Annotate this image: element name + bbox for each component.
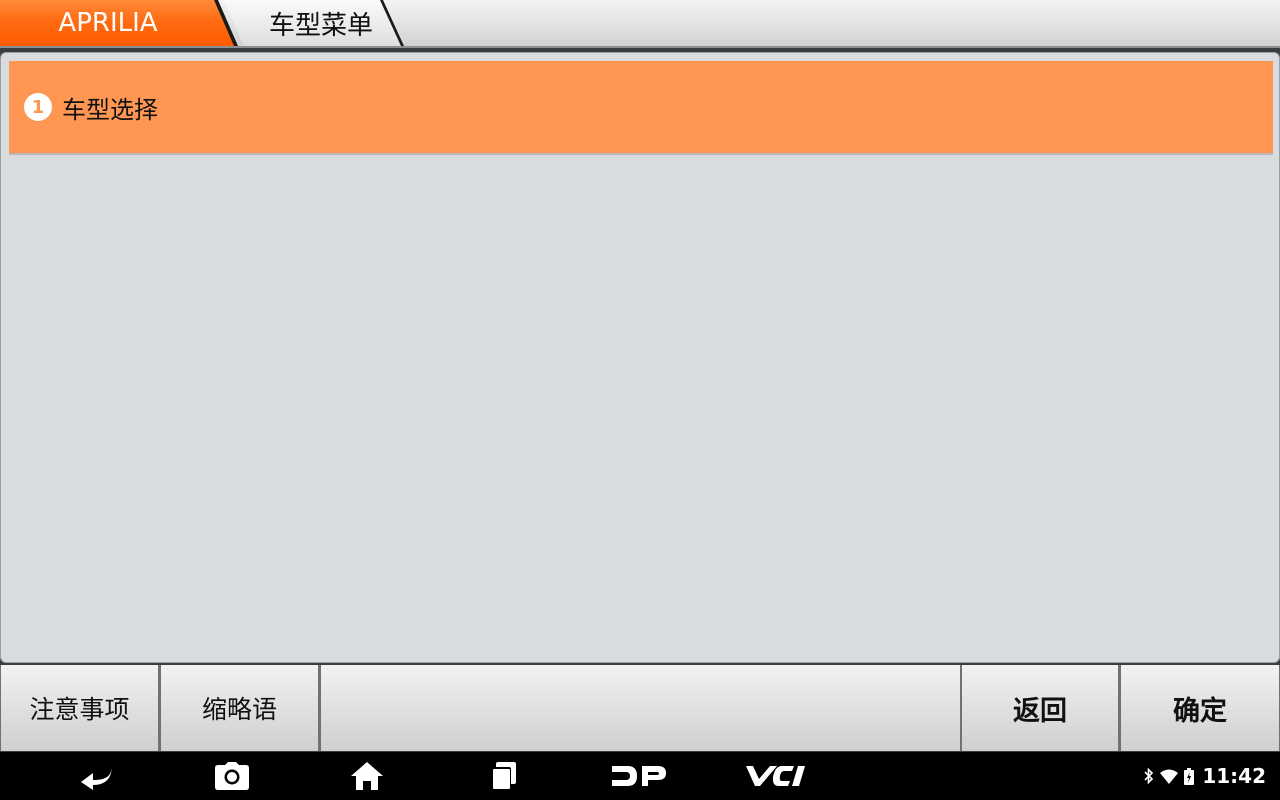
clock: 11:42 xyxy=(1202,764,1266,788)
item-number-badge: 1 xyxy=(24,93,52,121)
notes-button[interactable]: 注意事项 xyxy=(1,665,158,751)
back-icon[interactable] xyxy=(67,752,127,800)
system-nav-bar: 11:42 xyxy=(0,752,1280,800)
breadcrumb-label: 车型菜单 xyxy=(268,10,373,41)
abbreviations-button[interactable]: 缩略语 xyxy=(161,665,318,751)
menu-list: 1 车型选择 xyxy=(0,52,1280,663)
confirm-button[interactable]: 确定 xyxy=(1121,665,1279,751)
vci-icon[interactable] xyxy=(736,752,816,800)
function-bar: 注意事项 缩略语 返回 确定 xyxy=(0,665,1280,751)
wifi-icon xyxy=(1160,769,1179,784)
bluetooth-icon xyxy=(1144,768,1154,784)
list-item[interactable]: 1 车型选择 xyxy=(9,61,1273,155)
breadcrumb-item-aprilia[interactable]: APRILIA xyxy=(0,0,236,46)
dp-icon[interactable] xyxy=(600,752,680,800)
breadcrumb-item-model-menu[interactable]: 车型菜单 xyxy=(224,0,404,46)
camera-icon[interactable] xyxy=(202,752,262,800)
home-icon[interactable] xyxy=(337,752,397,800)
recent-apps-icon[interactable] xyxy=(474,752,534,800)
empty-button-slot xyxy=(321,665,960,751)
status-bar: 11:42 xyxy=(1144,752,1266,800)
breadcrumb-label: APRILIA xyxy=(58,8,158,38)
back-button[interactable]: 返回 xyxy=(962,665,1118,751)
list-item-label: 车型选择 xyxy=(62,95,158,124)
breadcrumb: APRILIA 车型菜单 xyxy=(0,0,1280,48)
battery-icon xyxy=(1184,767,1195,785)
